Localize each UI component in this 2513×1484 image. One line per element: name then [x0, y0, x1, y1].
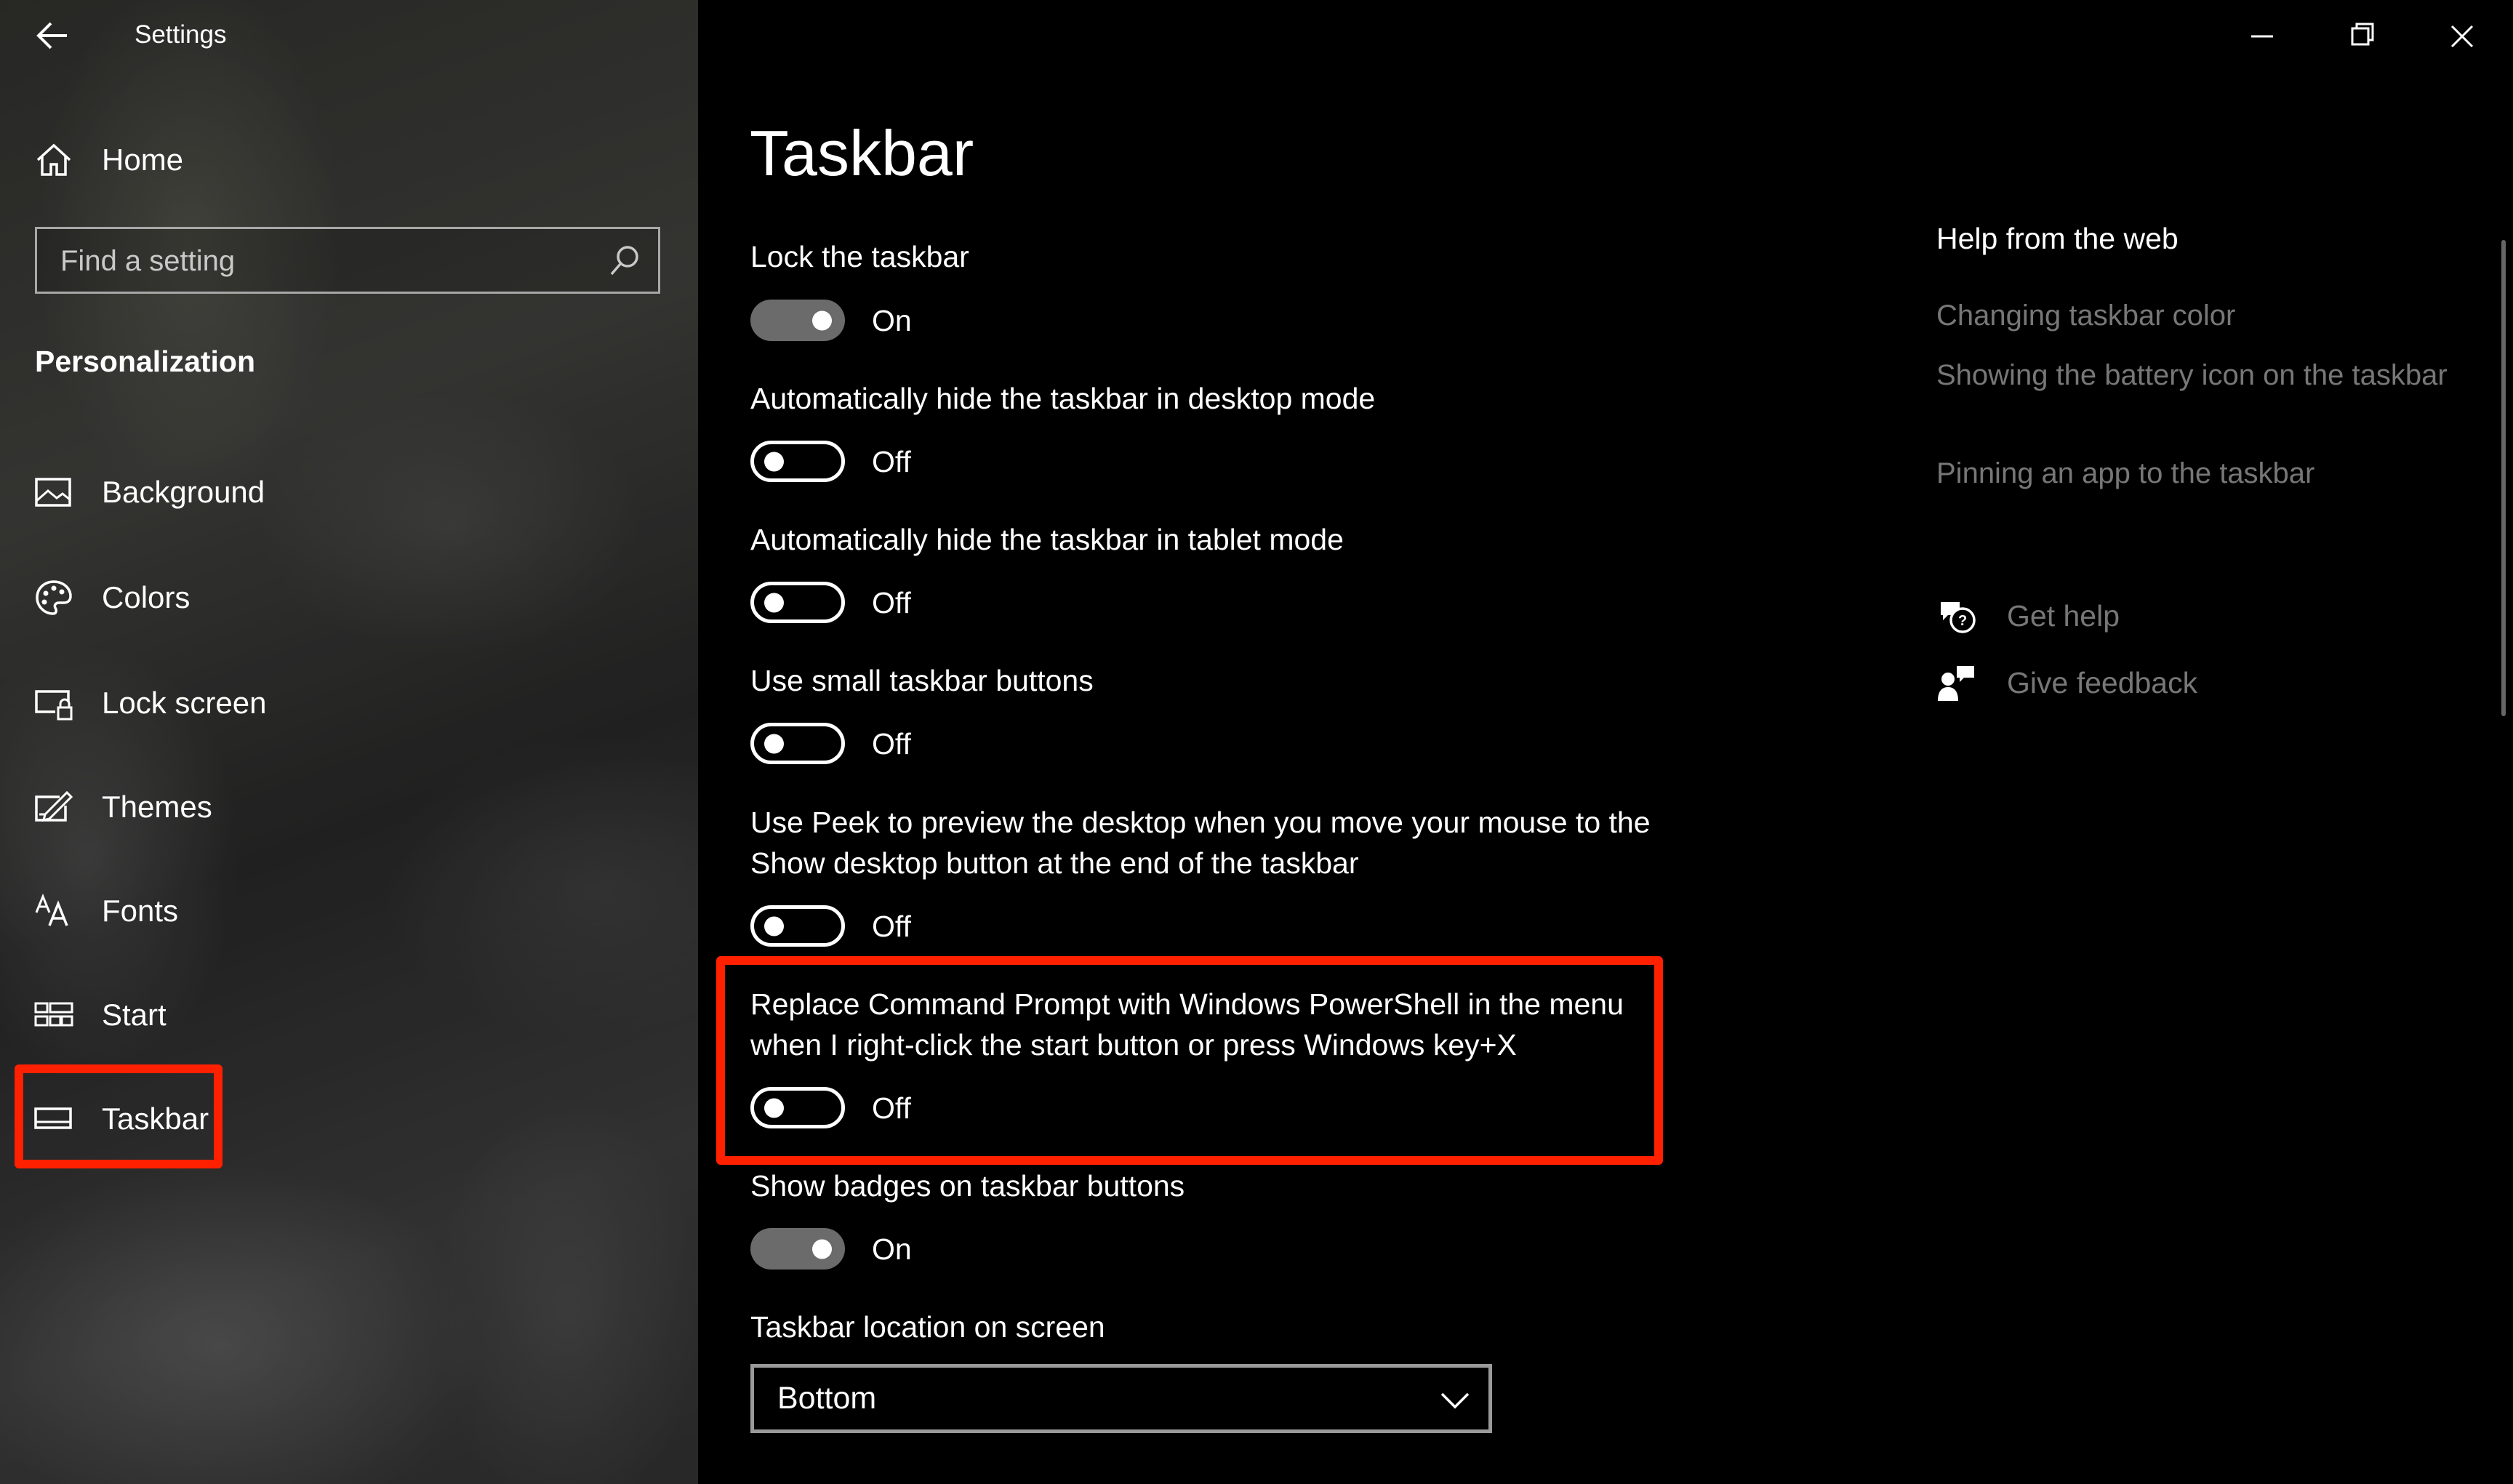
toggle-state-label: Off	[872, 586, 911, 619]
setting-label-autohide-tablet: Automatically hide the taskbar in tablet…	[750, 523, 1344, 556]
help-link-pinning-app[interactable]: Pinning an app to the taskbar	[1936, 453, 2460, 494]
minimize-button[interactable]	[2218, 7, 2305, 65]
sidebar-item-home[interactable]: Home	[0, 120, 698, 200]
toggle-state-label: On	[872, 304, 912, 337]
sidebar-item-label: Fonts	[102, 894, 179, 928]
peek-toggle[interactable]	[750, 905, 845, 947]
sidebar-item-label: Home	[102, 143, 184, 177]
lock-taskbar-toggle[interactable]	[750, 300, 845, 341]
search-box[interactable]	[35, 227, 660, 294]
sidebar-item-label: Lock screen	[102, 686, 267, 720]
image-icon	[35, 478, 71, 507]
toggle-state-label: Off	[872, 1091, 911, 1125]
back-button[interactable]	[31, 16, 74, 55]
help-link-battery-icon[interactable]: Showing the battery icon on the taskbar	[1936, 355, 2460, 396]
toggle-state-label: Off	[872, 910, 911, 943]
taskbar-highlight-box	[15, 1064, 223, 1168]
badges-toggle[interactable]	[750, 1228, 845, 1270]
sidebar-item-label: Colors	[102, 580, 191, 614]
chevron-down-icon	[1440, 1392, 1470, 1409]
section-label: Personalization	[35, 345, 256, 378]
search-input[interactable]	[59, 229, 614, 293]
get-help-link[interactable]: ? Get help	[1936, 595, 2373, 638]
restore-icon	[2351, 23, 2374, 46]
sidebar-item-label: Start	[102, 998, 167, 1032]
minimize-icon	[2251, 35, 2273, 38]
setting-label-location: Taskbar location on screen	[750, 1310, 1105, 1344]
setting-label-autohide-desktop: Automatically hide the taskbar in deskto…	[750, 382, 1376, 415]
page-title: Taskbar	[750, 117, 974, 189]
fonts-icon	[35, 894, 68, 926]
toggle-knob	[764, 452, 784, 471]
setting-label-line: Replace Command Prompt with Windows Powe…	[750, 987, 1624, 1021]
sidebar-item-label: Background	[102, 475, 265, 509]
toggle-knob	[764, 593, 784, 612]
autohide-tablet-toggle[interactable]	[750, 582, 845, 623]
sidebar-item-label: Themes	[102, 790, 212, 824]
help-link-taskbar-color[interactable]: Changing taskbar color	[1936, 295, 2460, 336]
scrollbar[interactable]	[2501, 240, 2506, 716]
powershell-toggle[interactable]	[750, 1087, 845, 1128]
toggle-state-label: Off	[872, 727, 911, 761]
search-icon[interactable]	[606, 242, 644, 280]
close-button[interactable]	[2418, 7, 2506, 65]
sidebar-item-lock-screen[interactable]: Lock screen	[0, 663, 698, 743]
setting-label-small-buttons: Use small taskbar buttons	[750, 664, 1094, 697]
give-feedback-link[interactable]: Give feedback	[1936, 662, 2373, 705]
home-icon	[36, 143, 71, 176]
get-help-label: Get help	[2007, 599, 2120, 633]
toggle-knob	[764, 916, 784, 936]
close-icon	[2450, 25, 2474, 48]
setting-label-line: Show desktop button at the end of the ta…	[750, 846, 1359, 880]
sidebar-item-fonts[interactable]: Fonts	[0, 871, 698, 951]
sidebar-item-start[interactable]: Start	[0, 975, 698, 1055]
feedback-icon	[1938, 666, 1974, 701]
sidebar-item-colors[interactable]: Colors	[0, 558, 698, 638]
setting-label-line: Use Peek to preview the desktop when you…	[750, 806, 1651, 839]
setting-label-lock-taskbar: Lock the taskbar	[750, 240, 969, 273]
setting-label-peek: Use Peek to preview the desktop when you…	[750, 802, 1696, 883]
palette-icon	[36, 580, 72, 615]
setting-label-powershell: Replace Command Prompt with Windows Powe…	[750, 984, 1696, 1065]
toggle-knob	[812, 310, 832, 330]
toggle-knob	[764, 1098, 784, 1118]
themes-icon	[35, 790, 73, 822]
sidebar: Settings Home Personalization Background…	[0, 0, 698, 1484]
toggle-state-label: Off	[872, 445, 911, 478]
start-icon	[34, 1002, 73, 1027]
autohide-desktop-toggle[interactable]	[750, 441, 845, 482]
svg-text:?: ?	[1958, 613, 1967, 629]
app-title: Settings	[135, 20, 227, 49]
help-title: Help from the web	[1936, 222, 2179, 255]
toggle-state-label: On	[872, 1232, 912, 1266]
setting-label-badges: Show badges on taskbar buttons	[750, 1169, 1185, 1203]
get-help-icon: ?	[1941, 602, 1976, 633]
sidebar-item-themes[interactable]: Themes	[0, 767, 698, 847]
lock-screen-icon	[35, 690, 73, 721]
restore-button[interactable]	[2318, 7, 2405, 65]
give-feedback-label: Give feedback	[2007, 666, 2198, 699]
toggle-knob	[812, 1239, 832, 1259]
back-arrow-icon	[36, 22, 67, 49]
sidebar-item-background[interactable]: Background	[0, 452, 698, 532]
dropdown-value: Bottom	[777, 1381, 877, 1416]
setting-label-line: when I right-click the start button or p…	[750, 1028, 1517, 1062]
taskbar-location-dropdown[interactable]: Bottom	[750, 1364, 1492, 1433]
toggle-knob	[764, 734, 784, 753]
small-buttons-toggle[interactable]	[750, 723, 845, 764]
